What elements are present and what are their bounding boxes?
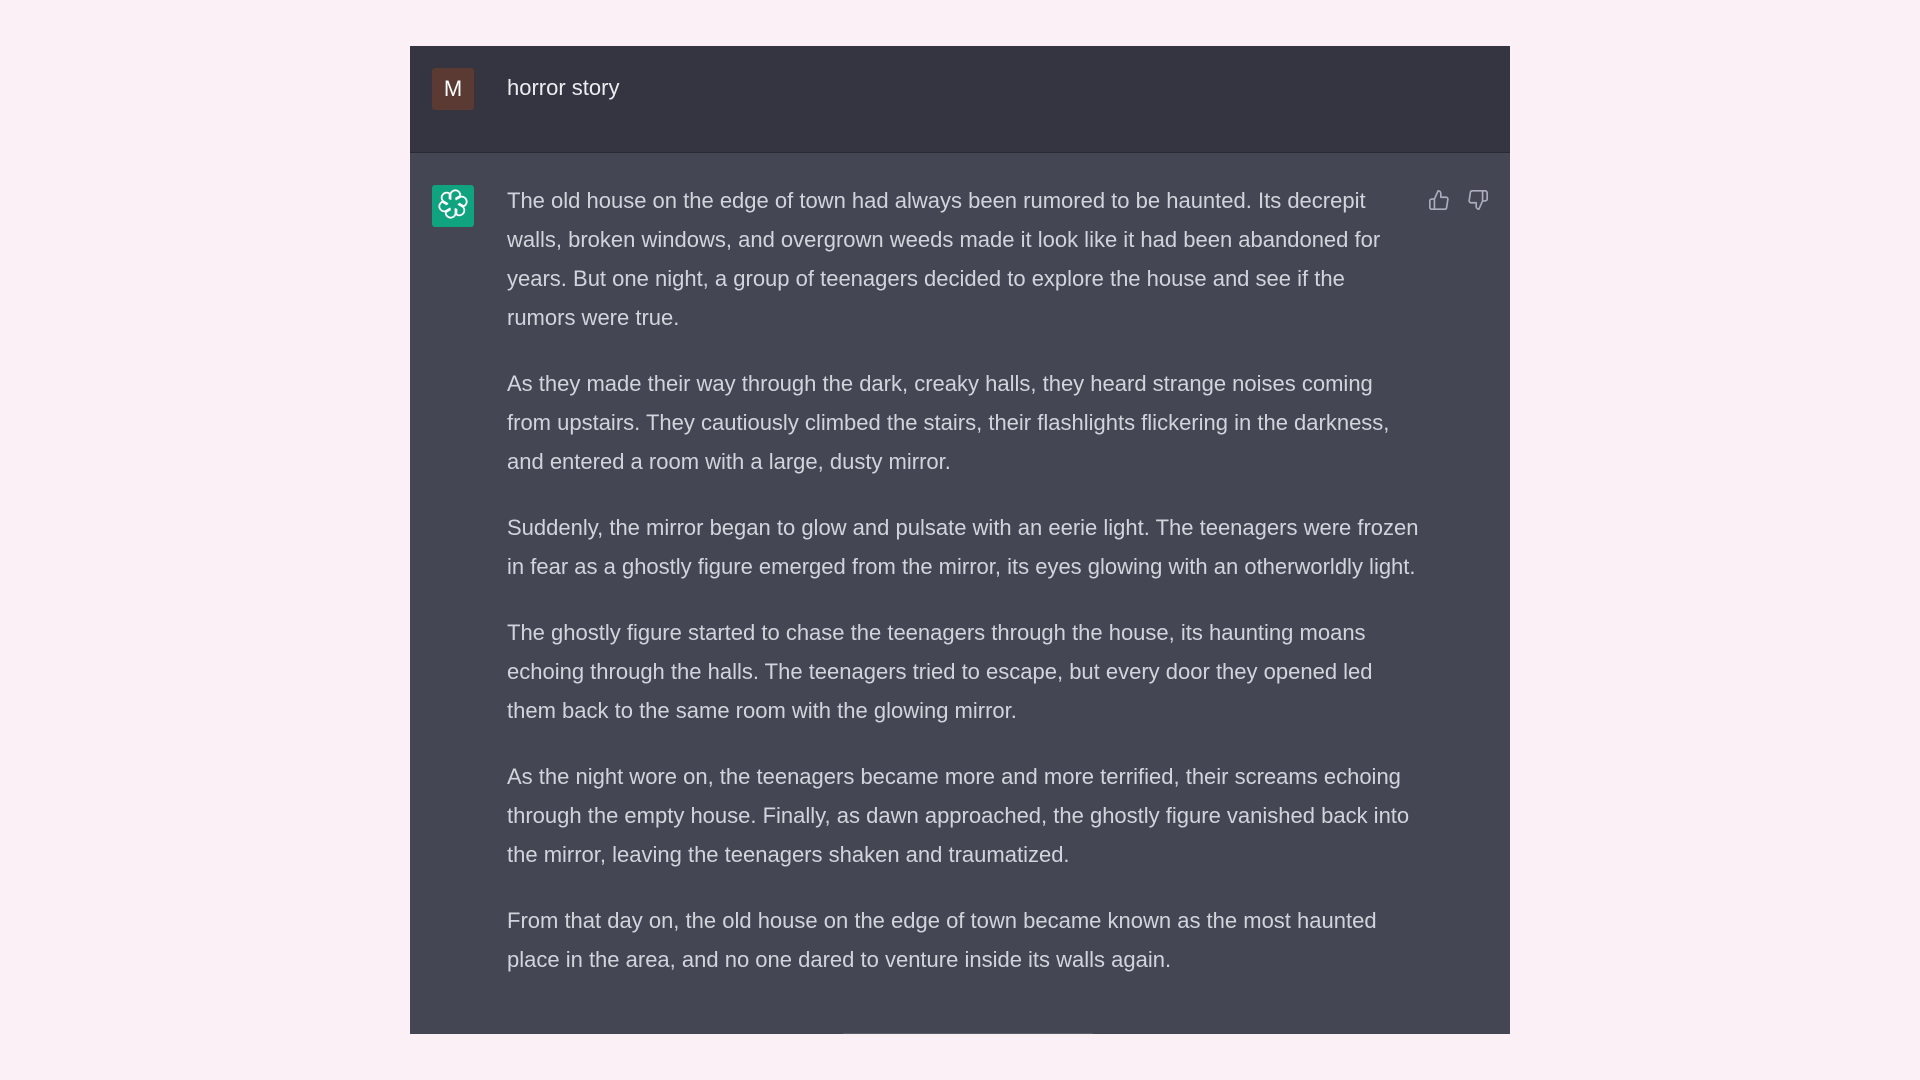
response-paragraph: From that day on, the old house on the e… — [507, 908, 1377, 972]
thumbs-up-button[interactable] — [1426, 189, 1452, 215]
openai-logo-icon — [438, 188, 468, 224]
response-paragraph: The old house on the edge of town had al… — [507, 188, 1381, 330]
thumbs-down-icon — [1467, 189, 1489, 216]
thumbs-down-button[interactable] — [1465, 189, 1491, 215]
response-paragraph: The ghostly figure started to chase the … — [507, 620, 1373, 723]
response-paragraph: As they made their way through the dark,… — [507, 371, 1390, 474]
user-message-text: horror story — [507, 75, 620, 100]
chat-thread: M horror story The old house on the edge… — [410, 46, 1510, 1034]
response-paragraph: Suddenly, the mirror began to glow and p… — [507, 515, 1419, 579]
assistant-avatar — [432, 185, 474, 227]
scroll-indicator — [843, 1033, 1093, 1034]
thumbs-up-icon — [1428, 189, 1450, 216]
user-avatar: M — [432, 68, 474, 110]
response-paragraph: As the night wore on, the teenagers beca… — [507, 764, 1410, 867]
assistant-response: The old house on the edge of town had al… — [507, 181, 1419, 1006]
user-message-row: M horror story — [410, 46, 1510, 153]
assistant-message-row: The old house on the edge of town had al… — [410, 153, 1510, 1034]
